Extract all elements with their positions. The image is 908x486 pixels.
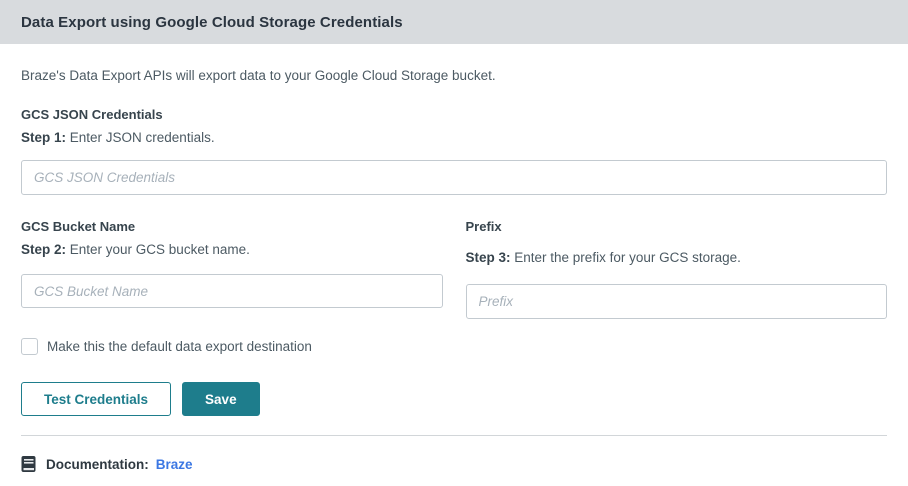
documentation-label: Documentation: bbox=[46, 456, 149, 472]
step-2-text: Enter your GCS bucket name. bbox=[66, 242, 250, 257]
gcs-json-credentials-input[interactable] bbox=[21, 160, 887, 195]
prefix-label: Prefix bbox=[465, 219, 502, 234]
prefix-input[interactable] bbox=[465, 284, 887, 319]
panel-header: Data Export using Google Cloud Storage C… bbox=[0, 0, 908, 44]
step-2-label: Step 2: bbox=[21, 242, 67, 257]
step-1-label: Step 1: bbox=[21, 130, 67, 145]
book-icon bbox=[21, 455, 36, 473]
step-3-text: Enter the prefix for your GCS storage. bbox=[510, 250, 741, 265]
page-title: Data Export using Google Cloud Storage C… bbox=[21, 13, 403, 31]
save-button[interactable]: Save bbox=[182, 382, 260, 416]
step-1-text: Enter JSON credentials. bbox=[66, 130, 215, 145]
default-destination-checkbox[interactable] bbox=[21, 338, 38, 355]
documentation-braze-link[interactable]: Braze bbox=[156, 457, 193, 472]
default-destination-label[interactable]: Make this the default data export destin… bbox=[47, 339, 312, 354]
step-2-instruction: Step 2: Enter your GCS bucket name. bbox=[21, 242, 443, 257]
footer-divider bbox=[21, 435, 887, 436]
bucket-prefix-row: GCS Bucket Name Step 2: Enter your GCS b… bbox=[21, 219, 887, 319]
intro-text: Braze's Data Export APIs will export dat… bbox=[21, 68, 496, 83]
prefix-section: Prefix Step 3: Enter the prefix for your… bbox=[465, 219, 888, 319]
data-export-panel: Data Export using Google Cloud Storage C… bbox=[0, 0, 908, 486]
documentation-row: Documentation: Braze bbox=[21, 455, 887, 473]
action-buttons: Test Credentials Save bbox=[21, 382, 887, 416]
step-1-instruction: Step 1: Enter JSON credentials. bbox=[21, 130, 887, 145]
default-destination-row: Make this the default data export destin… bbox=[21, 338, 887, 355]
step-3-label: Step 3: bbox=[465, 250, 511, 265]
gcs-json-credentials-section: GCS JSON Credentials Step 1: Enter JSON … bbox=[21, 107, 887, 195]
panel-content: Braze's Data Export APIs will export dat… bbox=[0, 68, 908, 473]
gcs-bucket-name-label: GCS Bucket Name bbox=[21, 219, 136, 234]
gcs-bucket-name-input[interactable] bbox=[21, 274, 443, 308]
step-3-instruction: Step 3: Enter the prefix for your GCS st… bbox=[466, 250, 888, 265]
test-credentials-button[interactable]: Test Credentials bbox=[21, 382, 172, 416]
gcs-bucket-name-section: GCS Bucket Name Step 2: Enter your GCS b… bbox=[21, 219, 443, 319]
gcs-json-credentials-label: GCS JSON Credentials bbox=[21, 107, 163, 122]
